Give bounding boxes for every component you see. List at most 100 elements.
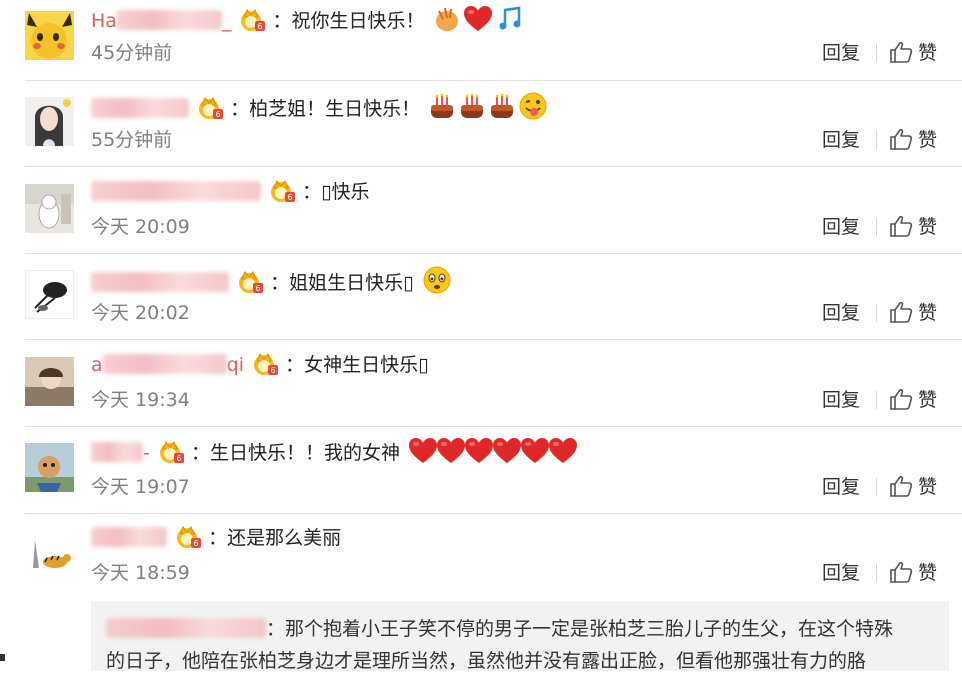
crown-badge-icon [238, 270, 264, 294]
crown-badge-icon [270, 179, 296, 203]
comment-body: Ha _ ：祝你生日快乐！ [91, 5, 525, 33]
avatar[interactable] [25, 11, 74, 60]
reply-button[interactable]: 回复 [822, 215, 860, 239]
thumbs-up-icon[interactable] [889, 41, 913, 63]
cake-emoji-icon [488, 93, 516, 121]
thumbs-up-icon[interactable] [889, 561, 913, 583]
avatar[interactable] [25, 357, 74, 406]
reply-button[interactable]: 回复 [822, 561, 860, 585]
timestamp: 今天 19:07 [91, 476, 190, 498]
username-blurred[interactable] [102, 354, 227, 374]
comment-item: ：柏芝姐！生日快乐！ 55分钟前 回复 赞 [0, 82, 962, 168]
like-button[interactable]: 赞 [918, 302, 937, 324]
username-blurred[interactable] [91, 98, 189, 118]
comment-body: a qi ：女神生日快乐▯ [91, 352, 429, 378]
avatar[interactable] [25, 97, 74, 146]
quoted-reply-line1: ：那个抱着小王子笑不停的男子一定是张柏芝三胎儿子的生父，在这个特殊 [266, 618, 894, 640]
timestamp: 今天 20:09 [91, 216, 190, 238]
username-prefix[interactable]: a [91, 354, 103, 376]
worried-face-emoji-icon [423, 266, 451, 294]
action-divider [876, 304, 878, 322]
username-blurred[interactable] [116, 10, 222, 30]
comment-actions: 回复 赞 [822, 301, 937, 325]
timestamp: 45分钟前 [91, 42, 173, 64]
divider [25, 80, 962, 81]
crown-badge-icon [198, 96, 224, 120]
comment-item: Ha _ ：祝你生日快乐！ 45分钟前 回复 赞 [0, 0, 962, 82]
thumbs-up-icon[interactable] [889, 215, 913, 237]
username-suffix[interactable]: _ [222, 10, 232, 32]
action-divider [876, 131, 878, 149]
comment-text: ：女神生日快乐▯ [285, 354, 429, 376]
timestamp: 55分钟前 [91, 129, 173, 151]
avatar[interactable] [25, 443, 74, 492]
username-prefix[interactable]: Ha [91, 10, 117, 32]
heart-emoji-icon [463, 5, 493, 33]
divider [25, 166, 962, 167]
username-blurred[interactable] [106, 618, 266, 638]
comment-item: ：▯快乐 今天 20:09 回复 赞 [0, 168, 962, 254]
username-blurred[interactable] [91, 181, 261, 201]
divider [25, 339, 962, 340]
music-note-icon [496, 6, 523, 31]
comment-body: ：柏芝姐！生日快乐！ [91, 91, 548, 120]
comment-actions: 回复 赞 [822, 128, 937, 152]
thumbs-up-icon[interactable] [889, 301, 913, 323]
tongue-face-emoji-icon [519, 92, 547, 120]
comment-text: ：还是那么美丽 [208, 527, 342, 549]
thumbs-up-icon[interactable] [889, 475, 913, 497]
crown-badge-icon [240, 8, 266, 32]
avatar[interactable] [25, 530, 74, 579]
comment-item: ：姐姐生日快乐▯ 今天 20:02 回复 赞 [0, 254, 962, 341]
like-button[interactable]: 赞 [918, 476, 937, 498]
like-button[interactable]: 赞 [918, 389, 937, 411]
thumbs-up-icon[interactable] [889, 388, 913, 410]
comment-item: a qi ：女神生日快乐▯ 今天 19:34 回复 赞 [0, 341, 962, 427]
reply-button[interactable]: 回复 [822, 388, 860, 412]
comment-body: ：姐姐生日快乐▯ [91, 265, 452, 294]
heart-emoji-icon [436, 437, 466, 465]
timestamp: 今天 19:34 [91, 389, 190, 411]
comment-body: ：还是那么美丽 [91, 525, 341, 551]
timestamp: 今天 18:59 [91, 562, 190, 584]
timestamp: 今天 20:02 [91, 302, 190, 324]
reply-button[interactable]: 回复 [822, 475, 860, 499]
comment-item: ：还是那么美丽 今天 18:59 回复 赞 [0, 514, 962, 601]
quoted-reply-line2: 的日子，他陪在张柏芝身边才是理所当然，虽然他并没有露出正脸，但看他那强壮有力的胳 [106, 650, 867, 672]
reply-button[interactable]: 回复 [822, 128, 860, 152]
comment-body: ：▯快乐 [91, 179, 370, 205]
heart-emoji-icon [408, 437, 438, 465]
heart-emoji-icon [548, 437, 578, 465]
comment-actions: 回复 赞 [822, 561, 937, 585]
avatar[interactable] [25, 184, 74, 233]
action-divider [876, 391, 878, 409]
like-button[interactable]: 赞 [918, 42, 937, 64]
crown-badge-icon [159, 440, 185, 464]
heart-emoji-icon [520, 437, 550, 465]
reply-button[interactable]: 回复 [822, 41, 860, 65]
username-suffix[interactable]: - [143, 442, 150, 464]
like-button[interactable]: 赞 [918, 216, 937, 238]
reply-button[interactable]: 回复 [822, 301, 860, 325]
username-blurred[interactable] [91, 272, 229, 292]
comment-actions: 回复 赞 [822, 388, 937, 412]
comment-actions: 回复 赞 [822, 215, 937, 239]
comment-actions: 回复 赞 [822, 41, 937, 65]
crown-badge-icon [176, 525, 202, 549]
action-divider [876, 564, 878, 582]
action-divider [876, 44, 878, 62]
avatar[interactable] [25, 270, 74, 319]
like-button[interactable]: 赞 [918, 129, 937, 151]
action-divider [876, 478, 878, 496]
comment-text: ：祝你生日快乐！ [272, 10, 425, 32]
username-blurred[interactable] [91, 527, 167, 547]
thumbs-up-icon[interactable] [889, 128, 913, 150]
cake-emoji-icon [428, 93, 456, 121]
comment-text: ：姐姐生日快乐▯ [270, 272, 414, 294]
heart-emoji-icon [464, 437, 494, 465]
like-button[interactable]: 赞 [918, 562, 937, 584]
comment-body: - ：生日快乐！！我的女神 [91, 437, 578, 465]
username-blurred[interactable] [91, 442, 143, 462]
username-suffix[interactable]: qi [227, 354, 244, 376]
action-divider [876, 218, 878, 236]
